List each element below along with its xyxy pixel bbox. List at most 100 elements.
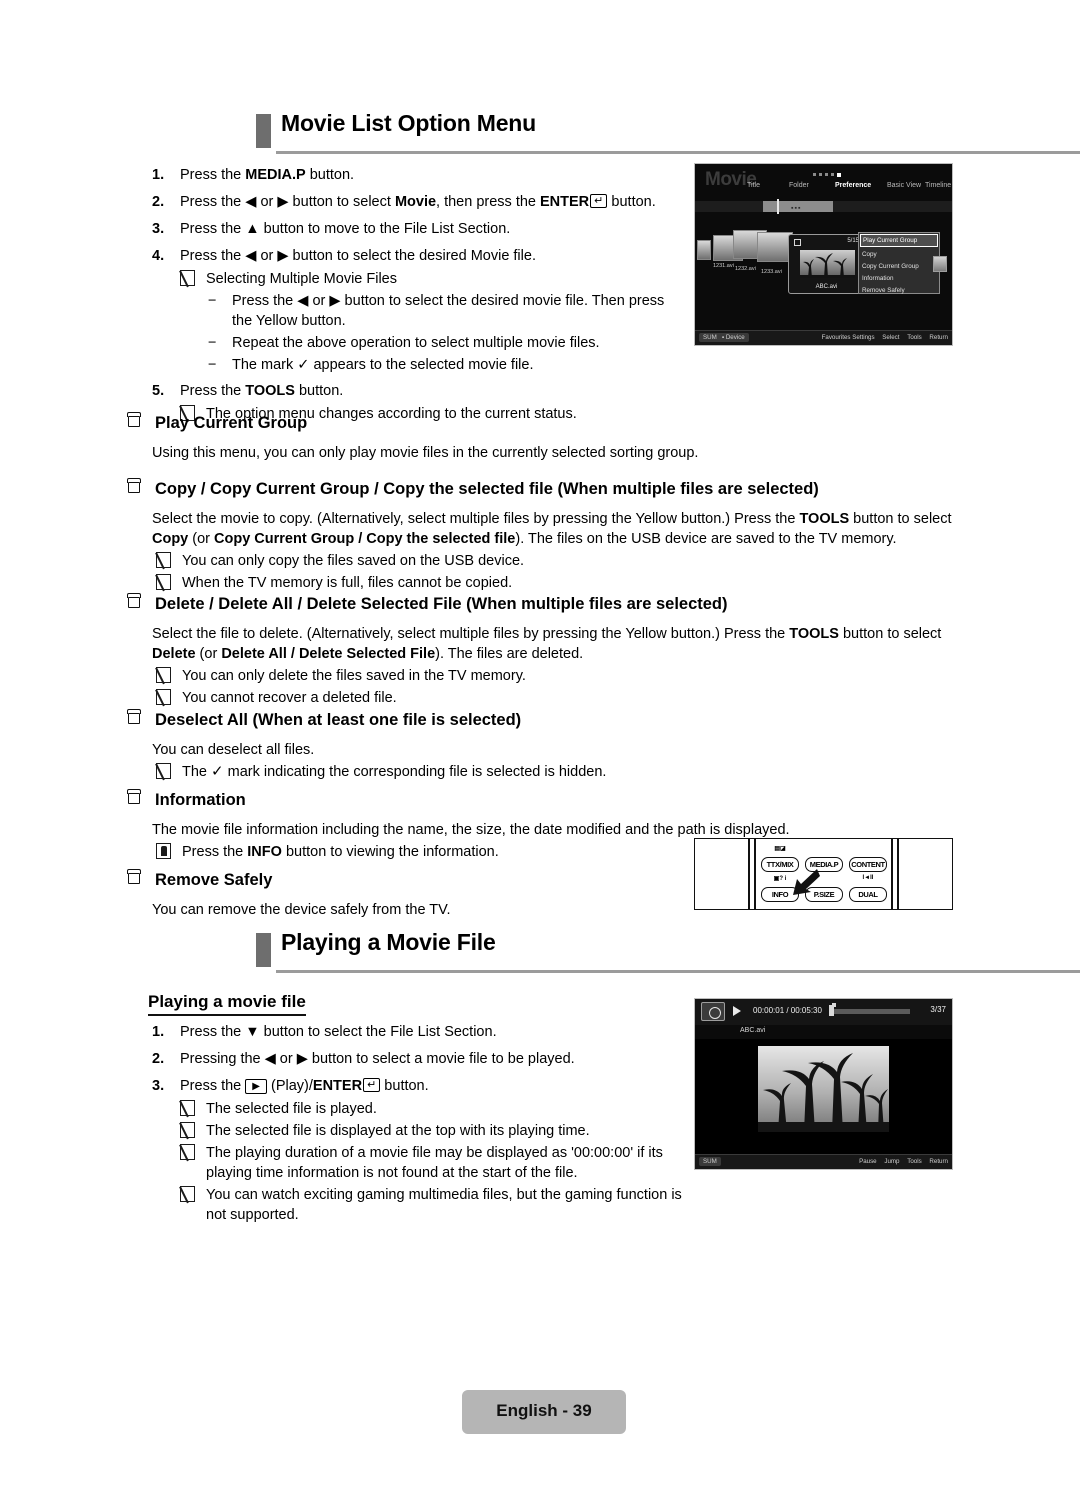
tv-tab-timeline[interactable]: Timeline xyxy=(925,182,951,189)
body-frag-bold: Delete xyxy=(152,646,196,662)
footer-favourites-settings[interactable]: Favourites Settings xyxy=(822,334,875,341)
footer-tools[interactable]: Tools xyxy=(907,1158,921,1165)
note-item: The playing duration of a movie file may… xyxy=(180,1143,682,1183)
remote-button-content[interactable]: CONTENT xyxy=(849,857,887,872)
file-name: ABC.avi xyxy=(815,284,838,290)
note-text-pre: Press the xyxy=(182,844,248,860)
thumbnail-label: 1231.avi xyxy=(713,263,734,269)
body-frag: button to select xyxy=(838,626,942,642)
tv-tab-folder[interactable]: Folder xyxy=(789,182,809,189)
step-text-bold: MEDIA.P xyxy=(245,167,306,183)
subsection-title-text: Information xyxy=(155,791,246,809)
body-paragraph: Select the file to delete. (Alternativel… xyxy=(152,624,958,664)
note-icon xyxy=(180,1122,195,1138)
subsection-body: Select the movie to copy. (Alternatively… xyxy=(128,509,958,593)
body-frag-bold: Copy Current Group / Copy the selected f… xyxy=(214,531,516,547)
playback-steps-list: 1. Press the ▼ button to select the File… xyxy=(152,1022,682,1227)
play-state-icon xyxy=(733,1006,741,1016)
footer-return[interactable]: Return xyxy=(929,334,948,341)
thumbnail-label: 1233.avi xyxy=(761,269,782,275)
enter-key-icon: ↵ xyxy=(590,194,608,208)
step-text: Press the MEDIA.P button. xyxy=(180,165,672,186)
step-text-pre: Press the ◀ or ▶ button to select xyxy=(180,194,395,210)
bullet-box-icon xyxy=(127,869,142,884)
footer-tools[interactable]: Tools xyxy=(907,334,921,341)
note-item: When the TV memory is full, files cannot… xyxy=(156,573,958,593)
note-text: The playing duration of a movie file may… xyxy=(206,1145,663,1181)
body-frag: (or xyxy=(188,531,215,547)
page-footer-pill: English - 39 xyxy=(462,1390,626,1434)
remote-button-dual[interactable]: DUAL xyxy=(849,887,887,902)
dot-active xyxy=(837,173,841,177)
play-key-icon: ▶ xyxy=(245,1079,267,1094)
file-checkbox[interactable] xyxy=(794,239,801,246)
menu-item-copy-current-group[interactable]: Copy Current Group xyxy=(859,260,939,272)
tv-scroll-bar[interactable]: ▪▪▪ xyxy=(695,199,952,214)
dash-item: − The mark ✓ appears to the selected movi… xyxy=(202,355,672,375)
hand-pointer-icon xyxy=(156,843,171,859)
menu-item-remove-safely[interactable]: Remove Safely xyxy=(859,284,939,296)
menu-item-copy[interactable]: Copy xyxy=(859,248,939,260)
tv-tab-bar: Title Folder Preference Basic View Timel… xyxy=(737,182,952,196)
footer-select[interactable]: Select xyxy=(882,334,899,341)
footer-pause[interactable]: Pause xyxy=(859,1158,877,1165)
dash-text: Repeat the above operation to select mul… xyxy=(232,335,600,351)
body-frag: ). The files are deleted. xyxy=(435,646,584,662)
step-text-bold: Movie xyxy=(394,194,437,210)
file-preview-image xyxy=(800,250,855,278)
step-text-pre: Press the xyxy=(180,383,246,399)
playback-top-bar: 00:00:01 / 00:05:30 3/37 xyxy=(695,999,952,1025)
step-text-post: button. xyxy=(380,1078,429,1094)
dash-item: − Repeat the above operation to select mu… xyxy=(202,333,672,353)
note-icon xyxy=(180,270,195,286)
remote-rail-right xyxy=(897,839,899,909)
subsection-title-text: Play Current Group xyxy=(155,414,308,432)
step-number: 1. xyxy=(152,167,165,183)
subsection-title: Information xyxy=(127,789,958,811)
tv-tab-preference[interactable]: Preference xyxy=(835,182,871,189)
bullet-box-icon xyxy=(127,593,142,608)
subsection-title-text: Delete / Delete All / Delete Selected Fi… xyxy=(155,595,728,613)
tv-footer-bar: SUM ▪ Device Favourites Settings Select … xyxy=(695,330,952,345)
tv-selected-file-card[interactable]: 5/15 ABC.avi xyxy=(788,234,865,294)
dash-marker: − xyxy=(208,357,217,373)
remote-rail-left xyxy=(748,839,750,909)
dot xyxy=(825,173,828,176)
playback-footer-bar: SUM Pause Jump Tools Return xyxy=(695,1154,952,1169)
subsection-title: Delete / Delete All / Delete Selected Fi… xyxy=(127,593,958,615)
checkmark-icon: ✓ xyxy=(211,763,224,780)
note-icon xyxy=(156,574,171,590)
step-item: 5. Press the TOOLS button. xyxy=(152,381,672,402)
subsection-title: Play Current Group xyxy=(127,412,958,434)
menu-item-information[interactable]: Information xyxy=(859,272,939,284)
body-frag-bold: TOOLS xyxy=(799,511,850,527)
footer-jump[interactable]: Jump xyxy=(884,1158,899,1165)
footer-return[interactable]: Return xyxy=(929,1158,948,1165)
playback-file-counter: 3/37 xyxy=(930,1005,946,1014)
playback-progress-bar[interactable] xyxy=(829,1003,910,1016)
note-item: Selecting Multiple Movie Files xyxy=(180,269,672,289)
step-text: Press the ◀ or ▶ button to select Movie,… xyxy=(180,192,672,213)
menu-item-play-current-group[interactable]: Play Current Group xyxy=(860,234,938,247)
subsection-title: Deselect All (When at least one file is … xyxy=(127,709,958,731)
thumbnail[interactable] xyxy=(697,240,711,260)
tv-tab-title[interactable]: Title xyxy=(747,182,760,189)
step-text-post: button. xyxy=(294,383,344,399)
progress-handle[interactable] xyxy=(829,1005,834,1016)
body-frag-bold: Copy xyxy=(152,531,189,547)
step-text-mid: (Play)/ xyxy=(266,1078,313,1094)
section-heading-playing-a-movie-file: Playing a Movie File xyxy=(256,929,1080,973)
note-text: The selected file is played. xyxy=(206,1101,377,1117)
heading-accent-bar xyxy=(256,114,271,148)
step-text: Pressing the ◀ or ▶ button to select a m… xyxy=(180,1051,575,1067)
pointer-arrow-icon xyxy=(793,869,820,895)
subsection-copy: Copy / Copy Current Group / Copy the sel… xyxy=(127,478,958,595)
step-text: Press the ▲ button to move to the File L… xyxy=(180,221,511,237)
bullet-box-icon xyxy=(127,478,142,493)
tv-tab-basic-view[interactable]: Basic View xyxy=(887,182,921,189)
note-item: The selected file is played. xyxy=(180,1099,682,1119)
step-text-bold: ENTER xyxy=(312,1078,363,1094)
note-item: You cannot recover a deleted file. xyxy=(156,688,958,708)
tv-context-menu[interactable]: Play Current Group Copy Copy Current Gro… xyxy=(858,232,940,294)
playback-time: 00:00:01 / 00:05:30 xyxy=(753,1006,822,1015)
